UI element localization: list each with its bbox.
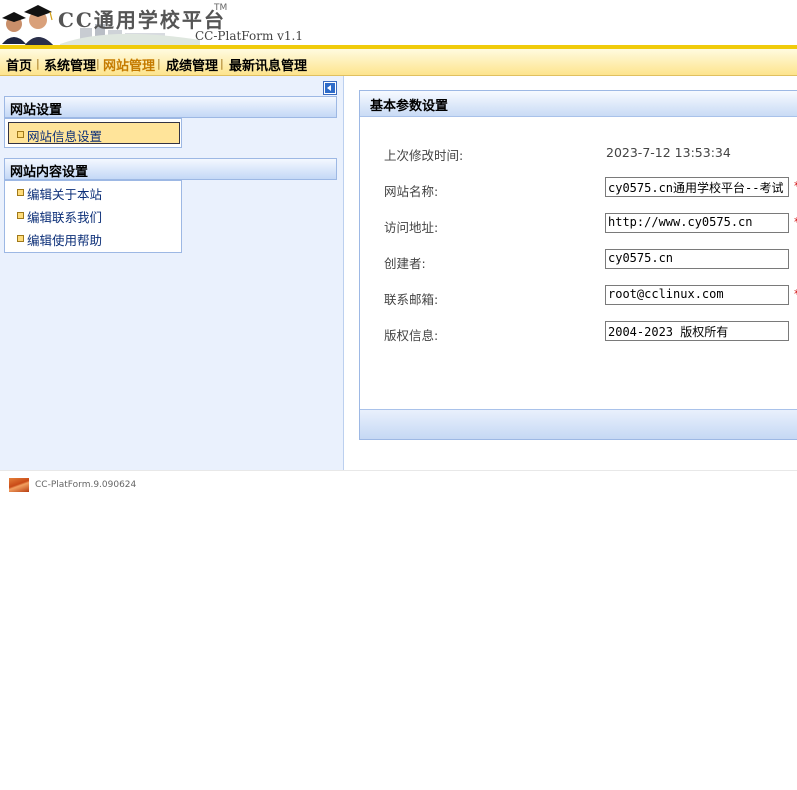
last-modified-value: 2023-7-12 13:53:34: [606, 145, 731, 160]
trademark-mark: TM: [214, 3, 228, 13]
creator-label: 创建者:: [384, 256, 426, 271]
copyright-label: 版权信息:: [384, 328, 439, 343]
site-url-row: 访问地址: http://www.cy0575.cn *: [360, 213, 797, 237]
contact-email-input[interactable]: root@cclinux.com: [605, 285, 789, 305]
sidebar-group-content-settings[interactable]: 网站内容设置: [4, 158, 337, 180]
site-url-input[interactable]: http://www.cy0575.cn: [605, 213, 789, 233]
sidebar: 网站设置 网站信息设置 网站内容设置 编辑关于本站 编辑联系我们 编辑使用帮助: [0, 76, 344, 470]
bullet-icon: [17, 189, 24, 196]
copyright-row: 版权信息: 2004-2023 版权所有: [360, 321, 797, 345]
page-footer: CC-PlatForm.9.090624: [0, 470, 797, 501]
sidebar-item-label: 编辑使用帮助: [27, 233, 103, 248]
nav-system-management[interactable]: 系统管理: [44, 55, 96, 74]
sidebar-item-label: 编辑联系我们: [27, 210, 103, 225]
sidebar-item-edit-help[interactable]: 编辑使用帮助: [9, 227, 183, 249]
main-nav: 首页 | 系统管理 | 网站管理 | 成绩管理 | 最新讯息管理: [0, 45, 797, 76]
bullet-icon: [17, 212, 24, 219]
site-url-label: 访问地址:: [384, 220, 439, 235]
app-subtitle: CC-PlatForm v1.1: [195, 29, 303, 43]
nav-separator: |: [220, 57, 224, 70]
sidebar-group-content-settings-items: 编辑关于本站 编辑联系我们 编辑使用帮助: [4, 180, 182, 253]
contact-email-label: 联系邮箱:: [384, 292, 439, 307]
copyright-input[interactable]: 2004-2023 版权所有: [605, 321, 789, 341]
header: CC通用学校平台 TM CC-PlatForm v1.1: [0, 0, 797, 46]
last-modified-label: 上次修改时间:: [384, 148, 464, 163]
creator-input[interactable]: cy0575.cn: [605, 249, 789, 269]
sidebar-item-edit-about[interactable]: 编辑关于本站: [9, 181, 183, 203]
sidebar-item-site-info-settings[interactable]: 网站信息设置: [8, 122, 180, 144]
panel-footer: [360, 409, 797, 439]
nav-home[interactable]: 首页: [6, 55, 32, 74]
sidebar-item-label: 网站信息设置: [27, 129, 103, 144]
bullet-icon: [17, 131, 24, 138]
nav-news-management[interactable]: 最新讯息管理: [229, 55, 307, 74]
site-name-input[interactable]: cy0575.cn通用学校平台--考试: [605, 177, 789, 197]
nav-separator: |: [36, 57, 40, 70]
bullet-icon: [17, 235, 24, 242]
sidebar-item-label: 编辑关于本站: [27, 187, 103, 202]
sidebar-group-site-settings-items: 网站信息设置: [4, 118, 182, 148]
site-name-label: 网站名称:: [384, 184, 439, 199]
sidebar-item-edit-contact[interactable]: 编辑联系我们: [9, 204, 183, 226]
contact-email-row: 联系邮箱: root@cclinux.com *: [360, 285, 797, 309]
last-modified-row: 上次修改时间: 2023-7-12 13:53:34: [360, 141, 797, 165]
basic-settings-panel: 基本参数设置 上次修改时间: 2023-7-12 13:53:34 网站名称: …: [359, 90, 797, 440]
nav-separator: |: [96, 57, 100, 70]
site-name-row: 网站名称: cy0575.cn通用学校平台--考试 *: [360, 177, 797, 201]
panel-title: 基本参数设置: [360, 91, 797, 117]
platform-logo-icon: [9, 478, 29, 492]
sidebar-group-site-settings[interactable]: 网站设置: [4, 96, 337, 118]
creator-row: 创建者: cy0575.cn: [360, 249, 797, 273]
footer-version-text: CC-PlatForm.9.090624: [35, 480, 137, 490]
collapse-sidebar-icon[interactable]: [323, 81, 337, 95]
nav-website-management[interactable]: 网站管理: [103, 55, 155, 74]
nav-separator: |: [157, 57, 161, 70]
nav-grades-management[interactable]: 成绩管理: [166, 55, 218, 74]
